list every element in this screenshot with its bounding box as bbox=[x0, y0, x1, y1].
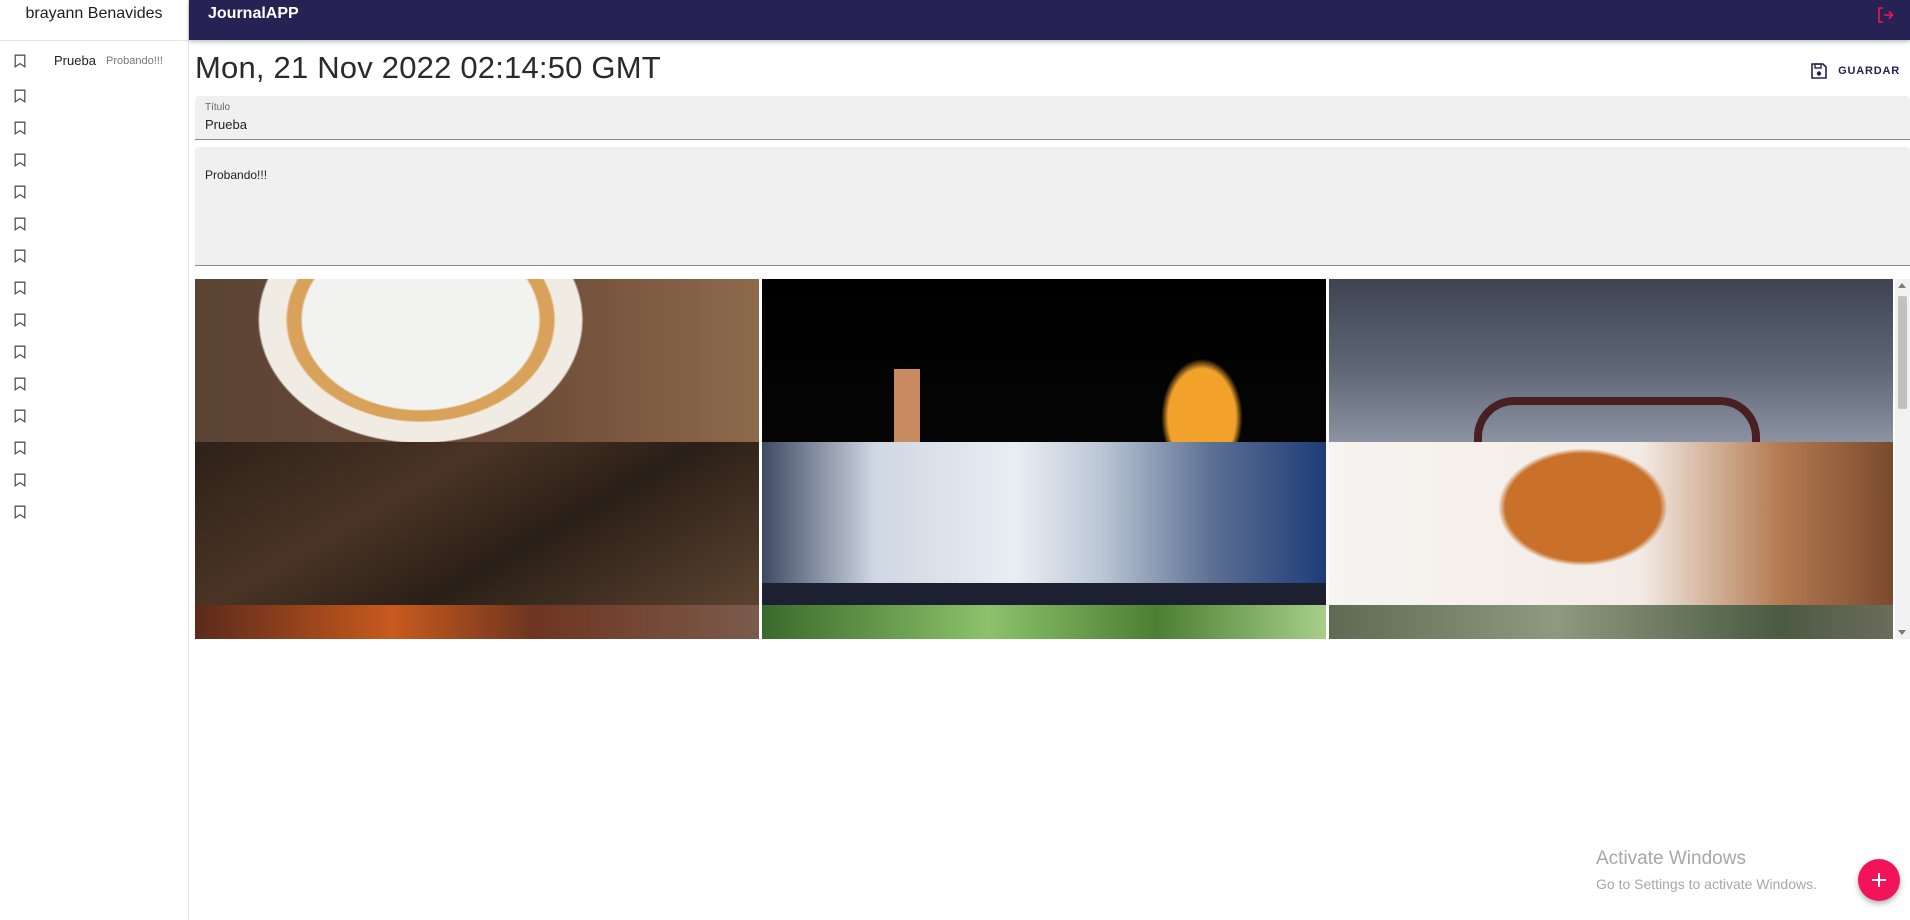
note-list-item-title: Prueba bbox=[54, 53, 96, 68]
bookmark-icon bbox=[14, 377, 26, 391]
title-field[interactable]: Título Prueba bbox=[195, 96, 1910, 140]
note-list-item-body: Probando!!! bbox=[106, 54, 163, 67]
gallery-image-honey-dipper[interactable] bbox=[1329, 442, 1893, 605]
gallery-image-forest[interactable] bbox=[1329, 605, 1893, 639]
note-list-item[interactable] bbox=[0, 176, 188, 208]
note-list-item[interactable] bbox=[0, 112, 188, 144]
note-list-item[interactable] bbox=[0, 400, 188, 432]
watermark-line-1: Activate Windows bbox=[1596, 848, 1746, 869]
save-button[interactable]: GUARDAR bbox=[1810, 60, 1900, 82]
note-list-item[interactable] bbox=[0, 496, 188, 528]
gallery-image-wood[interactable] bbox=[195, 442, 759, 605]
note-list-item[interactable] bbox=[0, 368, 188, 400]
note-list-item[interactable] bbox=[0, 336, 188, 368]
save-icon bbox=[1811, 63, 1827, 79]
note-date: Mon, 21 Nov 2022 02:14:50 GMT bbox=[195, 50, 661, 85]
note-list-item[interactable] bbox=[0, 464, 188, 496]
watermark-line-2: Go to Settings to activate Windows. bbox=[1596, 876, 1817, 892]
scroll-down-icon[interactable] bbox=[1898, 630, 1906, 635]
title-field-label: Título bbox=[205, 102, 231, 113]
body-field[interactable]: Probando!!! bbox=[195, 147, 1910, 266]
app-bar: JournalAPP bbox=[189, 0, 1910, 40]
note-list-item[interactable] bbox=[0, 432, 188, 464]
sidebar-username: brayann Benavides bbox=[0, 0, 188, 41]
sidebar: brayann Benavides Prueba Probando!!! bbox=[0, 0, 189, 920]
app-title: JournalAPP bbox=[208, 5, 299, 22]
bookmark-icon bbox=[14, 473, 26, 487]
plus-icon bbox=[1872, 873, 1886, 887]
gallery-image-fries[interactable] bbox=[762, 279, 1326, 442]
scrollbar-thumb[interactable] bbox=[1898, 296, 1907, 409]
note-list-item[interactable] bbox=[0, 80, 188, 112]
image-gallery[interactable] bbox=[195, 279, 1910, 639]
bookmark-icon bbox=[14, 281, 26, 295]
note-list-item[interactable] bbox=[0, 144, 188, 176]
gallery-image-leaves[interactable] bbox=[762, 605, 1326, 639]
note-list-item[interactable] bbox=[0, 304, 188, 336]
bookmark-icon bbox=[14, 441, 26, 455]
title-input[interactable]: Prueba bbox=[205, 117, 247, 132]
gallery-scrollbar[interactable] bbox=[1895, 279, 1910, 639]
save-button-label: GUARDAR bbox=[1838, 65, 1900, 77]
logout-icon[interactable] bbox=[1876, 6, 1894, 24]
bookmark-icon bbox=[14, 249, 26, 263]
bookmark-icon bbox=[14, 217, 26, 231]
bookmark-icon bbox=[14, 313, 26, 327]
gallery-image-hats[interactable] bbox=[762, 442, 1326, 605]
bookmark-icon bbox=[14, 185, 26, 199]
note-list-item[interactable] bbox=[0, 272, 188, 304]
note-list-item[interactable] bbox=[0, 208, 188, 240]
bookmark-icon bbox=[14, 89, 26, 103]
gallery-image-grilled-food[interactable] bbox=[195, 605, 759, 639]
bookmark-icon bbox=[14, 505, 26, 519]
body-input[interactable]: Probando!!! bbox=[205, 168, 267, 182]
bookmark-icon bbox=[14, 345, 26, 359]
gallery-image-handbag[interactable] bbox=[1329, 279, 1893, 442]
scroll-up-icon[interactable] bbox=[1898, 283, 1906, 288]
bookmark-icon bbox=[14, 409, 26, 423]
note-list-item[interactable] bbox=[0, 240, 188, 272]
bookmark-icon bbox=[14, 153, 26, 167]
gallery-image-croissant[interactable] bbox=[195, 279, 759, 442]
notes-list: Prueba Probando!!! bbox=[0, 41, 188, 528]
bookmark-icon bbox=[14, 54, 26, 68]
note-list-item[interactable]: Prueba Probando!!! bbox=[0, 41, 188, 80]
add-note-button[interactable] bbox=[1858, 859, 1900, 901]
bookmark-icon bbox=[14, 121, 26, 135]
windows-activation-watermark: Activate Windows Go to Settings to activ… bbox=[1596, 848, 1817, 892]
